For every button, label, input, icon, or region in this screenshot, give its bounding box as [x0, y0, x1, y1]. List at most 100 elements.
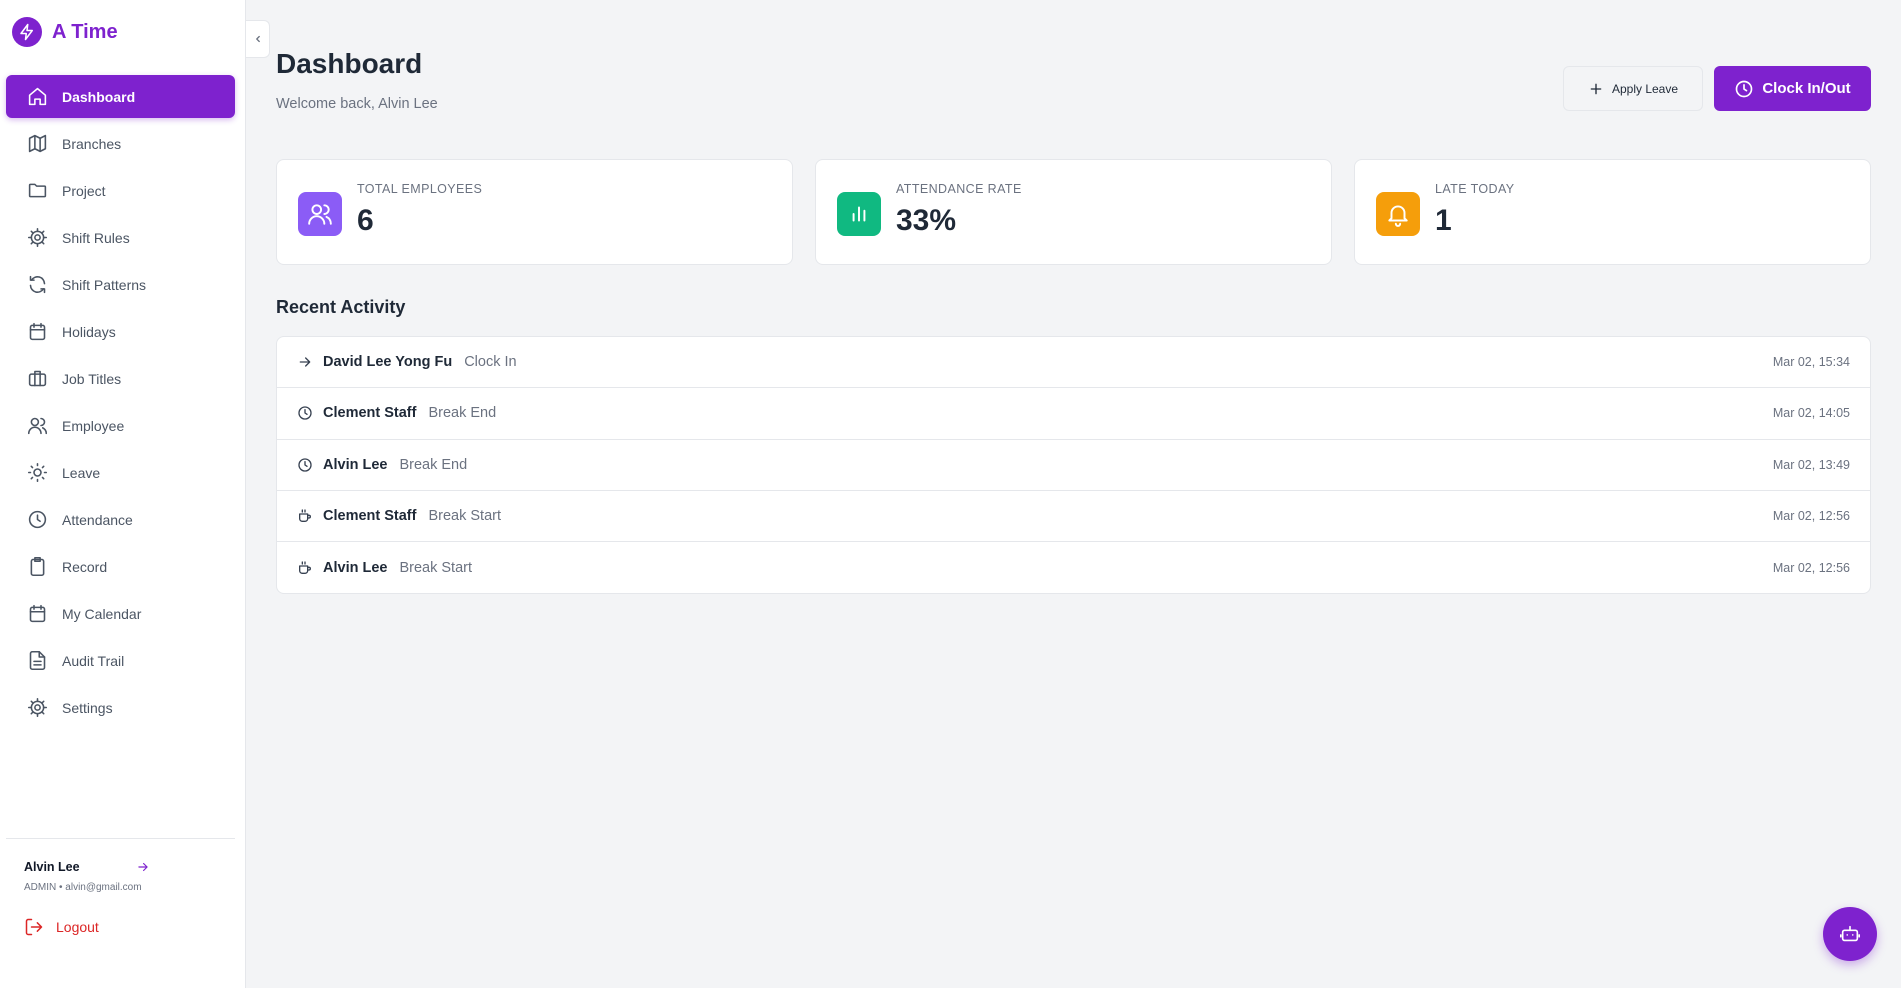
- sidebar-item-label: Holidays: [62, 323, 116, 340]
- sidebar-item-employee[interactable]: Employee: [6, 404, 235, 447]
- sidebar-item-label: Project: [62, 182, 106, 199]
- sidebar-item-label: Dashboard: [62, 88, 136, 105]
- list-item[interactable]: Clement Staff Break Start Mar 02, 12:56: [277, 491, 1870, 543]
- sidebar-item-audit-trail[interactable]: Audit Trail: [6, 639, 235, 682]
- activity-time: Mar 02, 15:34: [1772, 355, 1850, 370]
- sidebar-item-label: Shift Rules: [62, 229, 130, 246]
- activity-time: Mar 02, 13:49: [1772, 457, 1850, 472]
- list-item[interactable]: Alvin Lee Break End Mar 02, 13:49: [277, 440, 1870, 491]
- stat-value: 1: [1435, 204, 1452, 237]
- coffee-icon: [297, 560, 313, 576]
- list-item[interactable]: Clement Staff Break End Mar 02, 14:05: [277, 388, 1870, 440]
- sidebar-item-record[interactable]: Record: [6, 545, 235, 588]
- sidebar-item-label: Audit Trail: [62, 652, 125, 669]
- page-subtitle: Welcome back, Alvin Lee: [276, 96, 438, 112]
- clock-icon: [297, 405, 313, 421]
- brand[interactable]: A Time: [12, 17, 118, 47]
- sidebar-item-label: Shift Patterns: [62, 276, 147, 293]
- home-icon: [26, 86, 48, 108]
- sidebar-item-branches[interactable]: Branches: [6, 122, 235, 165]
- sidebar-divider: [6, 838, 235, 839]
- activity-action: Clock In: [464, 354, 517, 371]
- chatbot-button[interactable]: [1823, 907, 1877, 961]
- sidebar-item-label: Settings: [62, 699, 113, 716]
- brand-name: A Time: [52, 20, 118, 43]
- apply-leave-label: Apply Leave: [1611, 81, 1679, 96]
- sidebar-item-leave[interactable]: Leave: [6, 451, 235, 494]
- sidebar-item-label: Attendance: [62, 511, 133, 528]
- chevron-left-icon: [255, 35, 260, 43]
- sidebar: A Time Dashboard Branches Project Shift …: [0, 0, 246, 988]
- sidebar-item-my-calendar[interactable]: My Calendar: [6, 592, 235, 635]
- activity-action: Break Start: [399, 559, 472, 576]
- stat-label: TOTAL EMPLOYEES: [357, 182, 483, 196]
- gear-icon: [26, 227, 48, 249]
- recent-activity-title: Recent Activity: [276, 297, 406, 317]
- logout-button[interactable]: Logout: [24, 917, 99, 937]
- list-item[interactable]: Alvin Lee Break Start Mar 02, 12:56: [277, 542, 1870, 593]
- calendar-icon: [26, 603, 48, 625]
- bar-chart-icon: [837, 192, 881, 236]
- activity-name: Alvin Lee: [323, 559, 388, 576]
- stat-label: LATE TODAY: [1435, 182, 1515, 196]
- sidebar-item-attendance[interactable]: Attendance: [6, 498, 235, 541]
- users-icon: [26, 415, 48, 437]
- stat-value: 33%: [896, 204, 957, 237]
- sidebar-item-label: Leave: [62, 464, 101, 481]
- sidebar-item-dashboard[interactable]: Dashboard: [6, 75, 235, 118]
- activity-time: Mar 02, 14:05: [1772, 406, 1850, 421]
- activity-time: Mar 02, 12:56: [1772, 509, 1850, 524]
- sidebar-item-settings[interactable]: Settings: [6, 686, 235, 729]
- folder-icon: [26, 180, 48, 202]
- refresh-icon: [26, 274, 48, 296]
- activity-name: Alvin Lee: [323, 456, 388, 473]
- bell-icon: [1376, 192, 1420, 236]
- plus-icon: [1590, 83, 1602, 94]
- user-name: Alvin Lee: [24, 860, 80, 874]
- coffee-icon: [297, 508, 313, 524]
- sidebar-item-shift-rules[interactable]: Shift Rules: [6, 216, 235, 259]
- activity-action: Break Start: [428, 508, 501, 525]
- users-icon: [298, 192, 342, 236]
- sidebar-item-job-titles[interactable]: Job Titles: [6, 357, 235, 400]
- stat-card-attendance-rate: ATTENDANCE RATE 33%: [815, 159, 1332, 265]
- activity-time: Mar 02, 12:56: [1772, 560, 1850, 575]
- sidebar-item-label: Employee: [62, 417, 125, 434]
- page-title: Dashboard: [276, 48, 423, 79]
- arrow-right-icon[interactable]: [136, 860, 152, 876]
- calendar-icon: [26, 321, 48, 343]
- stat-label: ATTENDANCE RATE: [896, 182, 1022, 196]
- sidebar-item-holidays[interactable]: Holidays: [6, 310, 235, 353]
- clock-icon: [26, 509, 48, 531]
- clock-icon: [297, 457, 313, 473]
- recent-activity-list: David Lee Yong Fu Clock In Mar 02, 15:34…: [276, 336, 1871, 594]
- file-text-icon: [26, 650, 48, 672]
- activity-name: Clement Staff: [323, 508, 417, 525]
- list-item[interactable]: David Lee Yong Fu Clock In Mar 02, 15:34: [277, 337, 1870, 389]
- sidebar-item-project[interactable]: Project: [6, 169, 235, 212]
- bot-icon: [1840, 925, 1860, 942]
- activity-name: David Lee Yong Fu: [323, 354, 453, 371]
- sidebar-nav: Dashboard Branches Project Shift Rules S…: [6, 75, 235, 733]
- sidebar-item-shift-patterns[interactable]: Shift Patterns: [6, 263, 235, 306]
- apply-leave-button[interactable]: Apply Leave: [1563, 66, 1703, 111]
- map-icon: [26, 133, 48, 155]
- briefcase-icon: [26, 368, 48, 390]
- sidebar-item-label: My Calendar: [62, 605, 142, 622]
- activity-action: Break End: [399, 456, 468, 473]
- stat-card-late-today: LATE TODAY 1: [1354, 159, 1871, 265]
- activity-name: Clement Staff: [323, 405, 417, 422]
- activity-action: Break End: [428, 405, 497, 422]
- sun-icon: [26, 462, 48, 484]
- sidebar-item-label: Record: [62, 558, 108, 575]
- logout-icon: [25, 918, 43, 936]
- clock-in-out-button[interactable]: Clock In/Out: [1714, 66, 1871, 111]
- clock-in-out-label: Clock In/Out: [1762, 80, 1851, 97]
- sidebar-item-label: Job Titles: [62, 370, 122, 387]
- clock-icon: [1735, 80, 1753, 97]
- gear-icon: [26, 697, 48, 719]
- stat-value: 6: [357, 204, 374, 237]
- user-meta: ADMIN • alvin@gmail.com: [24, 882, 142, 893]
- collapse-sidebar-button[interactable]: [246, 20, 270, 58]
- logout-label: Logout: [56, 919, 99, 935]
